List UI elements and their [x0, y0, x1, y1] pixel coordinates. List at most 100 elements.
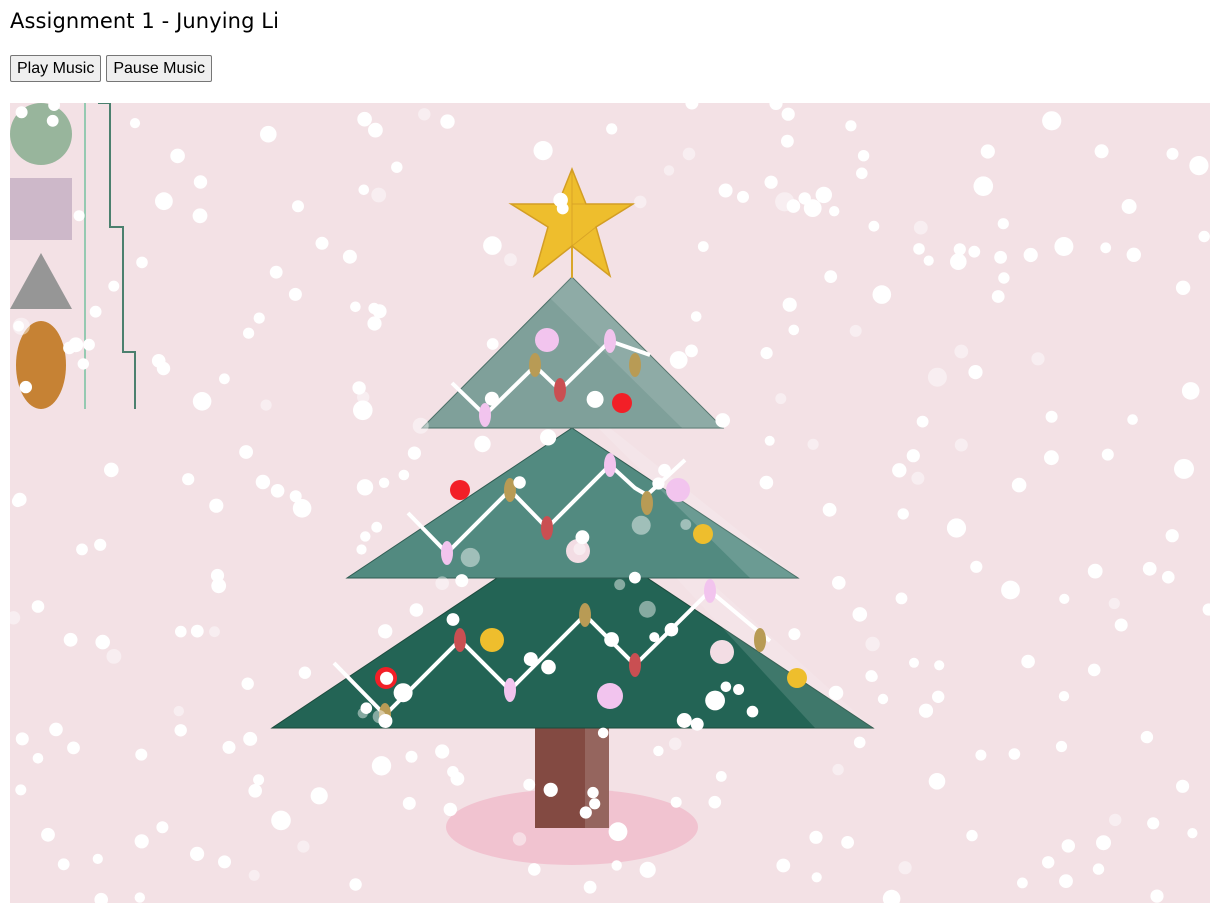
snowflake [1198, 230, 1210, 243]
tree-trunk [535, 727, 609, 828]
light-bulb [454, 628, 466, 652]
snowflake [764, 175, 778, 189]
light-bulb [441, 541, 453, 565]
scene-canvas[interactable] [10, 103, 1210, 903]
snowflake [349, 878, 362, 891]
snowflake [639, 600, 656, 618]
snowflake [289, 490, 302, 503]
snowflake [968, 245, 981, 258]
snowflake [151, 354, 166, 368]
snowflake [928, 773, 946, 790]
page: Assignment 1 - Junying Li Play Music Pau… [0, 0, 1221, 913]
snowflake [297, 840, 310, 853]
snowflake [1092, 863, 1105, 875]
snowflake [209, 498, 224, 513]
snowflake [292, 200, 304, 213]
snowflake [832, 576, 846, 590]
snowflake [877, 693, 889, 705]
ornament-ball [597, 683, 623, 709]
snowflake [968, 365, 983, 380]
snowflake [1021, 654, 1035, 669]
snowflake [253, 312, 265, 324]
snowflake [269, 265, 283, 279]
snowflake [998, 272, 1010, 284]
snowflake [241, 677, 254, 690]
music-controls: Play Music Pause Music [10, 55, 212, 82]
snowflake [1162, 570, 1175, 584]
snowflake [155, 192, 173, 211]
snowflake [1166, 147, 1179, 160]
snowflake [832, 763, 844, 776]
snowflake [1165, 529, 1179, 543]
snowflake [853, 736, 866, 749]
snowflake [192, 392, 212, 411]
snowflake [973, 176, 994, 196]
snowflake [1181, 382, 1200, 400]
snowflake [705, 690, 725, 711]
snowflake [606, 123, 618, 135]
snowflake [685, 344, 698, 358]
snowflake [243, 731, 258, 746]
snowflake [523, 652, 538, 667]
snowflake [209, 626, 220, 638]
snowflake [764, 435, 775, 446]
snowflake [352, 381, 366, 395]
snowflake [670, 796, 682, 808]
snowflake [786, 199, 801, 213]
snowflake [913, 220, 928, 235]
snowflake [460, 547, 480, 568]
play-music-button[interactable]: Play Music [10, 55, 102, 82]
page-title: Assignment 1 - Junying Li [10, 9, 280, 33]
snowflake [604, 632, 619, 647]
snowflake [1055, 740, 1068, 753]
snowflake [356, 479, 374, 496]
snowflake [852, 607, 868, 622]
snowflake [405, 750, 418, 763]
snowflake [668, 737, 682, 751]
snowflake [822, 502, 837, 517]
snowflake [954, 344, 969, 359]
snowflake [1142, 561, 1157, 576]
snowflake [975, 749, 987, 761]
snowflake [402, 796, 416, 810]
snowflake [540, 429, 557, 446]
snowflake [918, 703, 934, 718]
snowflake [378, 477, 390, 488]
snowflake [715, 413, 730, 428]
snowflake [954, 438, 968, 452]
snowflake [310, 787, 328, 805]
snowflake [12, 317, 30, 335]
snowflake [583, 880, 597, 894]
snowflake [512, 832, 527, 846]
snowflake [13, 492, 27, 507]
light-bulb [529, 353, 541, 377]
snowflake [906, 449, 920, 463]
snowflake [83, 338, 95, 351]
snowflake [255, 474, 271, 490]
snowflake [95, 634, 110, 650]
snowflake [15, 732, 29, 746]
snowflake [1031, 352, 1045, 366]
snowflake [1045, 410, 1058, 423]
snowflake [1094, 144, 1109, 159]
snowflake [1126, 247, 1142, 262]
snowflake [49, 722, 63, 737]
pause-music-button[interactable]: Pause Music [106, 55, 212, 82]
light-bulb [754, 628, 766, 652]
snowflake [533, 141, 553, 161]
snowflake [775, 393, 787, 405]
snowflake [1096, 835, 1111, 851]
snowflake [484, 391, 499, 406]
snowflake [898, 861, 912, 875]
snowflake [513, 476, 526, 489]
snowflake [589, 798, 601, 810]
ornament-ball [612, 393, 632, 413]
snowflake [46, 114, 59, 127]
snowflake [342, 249, 357, 264]
ornament-ball [450, 480, 470, 500]
snowflake [483, 236, 502, 255]
snowflake [15, 784, 27, 796]
snowflake [357, 111, 372, 127]
snowflake [134, 892, 145, 903]
snowflake [543, 782, 558, 797]
